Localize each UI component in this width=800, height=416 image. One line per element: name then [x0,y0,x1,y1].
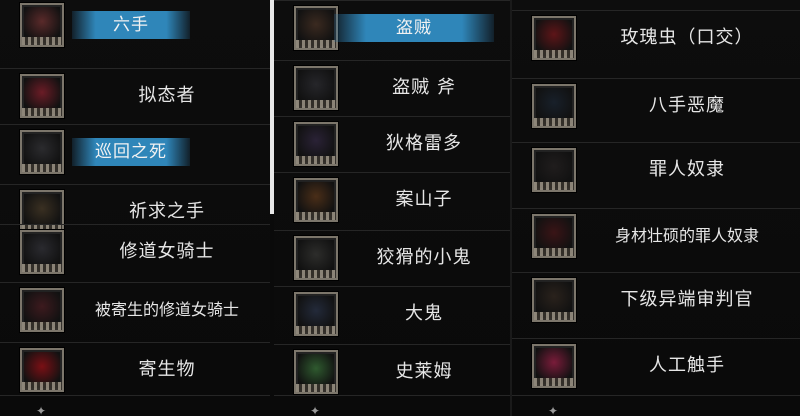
enemy-entry[interactable]: 下级异端审判官 [512,272,800,326]
enemy-name: 盗贼 斧 [392,77,456,98]
enemy-list-column-2: 盗贼盗贼 斧狄格雷多案山子狡猾的小鬼大鬼史莱姆 ✦ [274,0,510,416]
scarecrow-icon [294,178,338,222]
enemy-entry[interactable]: 寄生物 [0,342,270,396]
enemy-entry[interactable]: 修道女骑士 [0,224,270,278]
sly-imp-icon [294,236,338,280]
enemy-entry[interactable]: 八手恶魔 [512,78,800,132]
plague-inquisitor-icon [532,278,576,322]
enemy-entry[interactable]: 巡回之死 [0,124,270,178]
artificial-tentacle-icon [532,344,576,388]
next-entry-partial: ✦ [274,395,510,416]
enemy-name: 六手 [72,11,190,39]
enemy-name: 身材壮硕的罪人奴隶 [614,226,759,245]
enemy-entry[interactable]: 盗贼 斧 [274,60,510,114]
thief-axe-icon [294,66,338,110]
enemy-list-column-3: 玫瑰虫（口交） 八手恶魔罪人奴隶身材壮硕的罪人奴隶 下级异端审判官 人工触手 ✦ [512,0,800,416]
enemy-entry[interactable]: 拟态者 [0,68,270,122]
enemy-name: 玫瑰虫（口交） [620,27,754,48]
enemy-name: 修道女骑士 [119,241,215,262]
enemy-name: 巡回之死 [72,138,190,166]
enemy-name: 大鬼 [405,303,443,324]
burly-sinner-slave-icon [532,214,576,258]
enemy-name: 下级异端审判官 [620,289,754,310]
enemy-entry[interactable]: 狄格雷多 [274,116,510,170]
ornament-icon: ✦ [35,404,47,416]
nun-knight-icon [20,230,64,274]
parasitized-nun-icon [20,288,64,332]
demon-skull-icon [20,3,64,47]
enemy-name: 八手恶魔 [649,95,725,116]
rose-worm-icon [532,16,576,60]
enemy-entry[interactable]: 案山子 [274,172,510,226]
thief-icon [294,6,338,50]
enemy-entry[interactable]: 罪人奴隶 [512,142,800,196]
dark-haired-girl-icon [20,130,64,174]
enemy-entry[interactable]: 被寄生的修道女骑士 [0,282,270,336]
enemy-list-column-1: 六手 拟态者 巡回之死 祈求之手 修道女骑士 被寄生的修道女骑士 寄生物 ✦ [0,0,270,416]
enemy-entry[interactable]: 人工触手 [512,338,800,392]
mimic-chest-icon [20,74,64,118]
enemy-name: 寄生物 [138,359,196,380]
eight-hand-demon-icon [532,84,576,128]
enemy-name: 拟态者 [138,85,196,106]
enemy-name: 案山子 [395,189,453,210]
enemy-name: 盗贼 [334,14,494,42]
next-entry-partial: ✦ [0,395,270,416]
sinner-slave-icon [532,148,576,192]
digredo-icon [294,122,338,166]
enemy-name: 狄格雷多 [386,133,462,154]
next-entry-partial: ✦ [512,395,800,416]
slime-icon [294,350,338,394]
enemy-name: 狡猾的小鬼 [376,247,472,268]
enemy-entry[interactable]: 身材壮硕的罪人奴隶 [512,208,800,262]
enemy-entry[interactable]: 玫瑰虫（口交） [512,10,800,64]
enemy-entry[interactable]: 狡猾的小鬼 [274,230,510,284]
enemy-entry[interactable]: 盗贼 [274,0,510,54]
enemy-name: 被寄生的修道女骑士 [94,300,239,319]
ogre-icon [294,292,338,336]
enemy-entry[interactable]: 史莱姆 [274,344,510,398]
ornament-icon: ✦ [309,404,321,416]
enemy-name: 人工触手 [649,355,725,376]
enemy-name: 罪人奴隶 [649,159,725,180]
enemy-entry[interactable]: 大鬼 [274,286,510,340]
enemy-entry[interactable]: 六手 [0,0,270,51]
enemy-name: 史莱姆 [395,361,453,382]
parasite-blob-icon [20,348,64,392]
ornament-icon: ✦ [547,404,559,416]
